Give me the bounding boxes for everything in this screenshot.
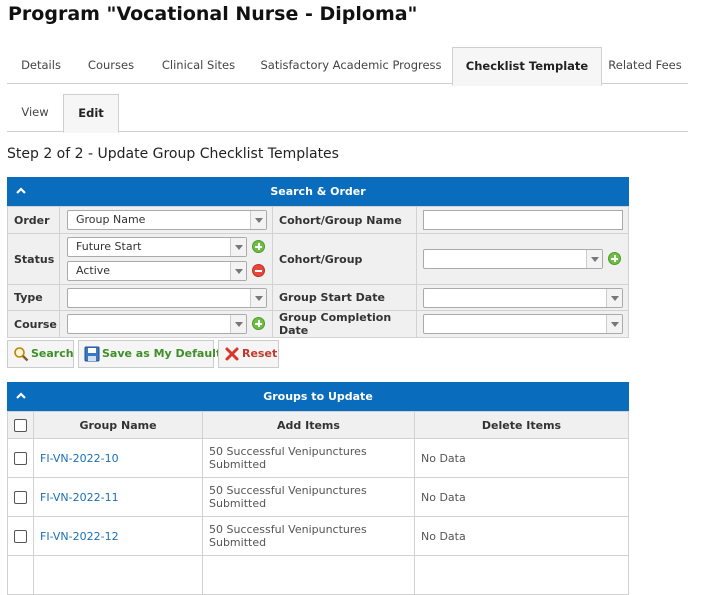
group-link[interactable]: FI-VN-2022-10 — [40, 452, 119, 465]
select-all-checkbox[interactable] — [14, 418, 27, 432]
save-icon — [84, 346, 100, 362]
collapse-search-icon[interactable] — [15, 177, 29, 206]
group-link[interactable]: FI-VN-2022-12 — [40, 530, 119, 543]
save-default-button[interactable]: Save as My Default — [78, 340, 221, 368]
completion-date-select[interactable] — [423, 314, 623, 334]
status-select-1[interactable]: Future Start — [67, 237, 247, 257]
tab-satisfactory-academic-progress[interactable]: Satisfactory Academic Progress — [250, 46, 452, 84]
delete-items-cell: No Data — [414, 516, 629, 556]
chevron-down-icon — [250, 289, 266, 307]
status-label: Status — [7, 233, 60, 285]
row-checkbox[interactable] — [14, 451, 27, 465]
tab-checklist-template[interactable]: Checklist Template — [452, 47, 602, 86]
main-tabs: Details Courses Clinical Sites Satisfact… — [7, 46, 688, 86]
group-link[interactable]: FI-VN-2022-11 — [40, 491, 119, 504]
order-select[interactable]: Group Name — [67, 210, 267, 230]
completion-date-label: Group Completion Date — [272, 310, 417, 338]
search-order-table: Order Group Name Cohort/Group Name Statu… — [7, 206, 629, 338]
status-value-1: Future Start — [76, 240, 142, 253]
search-button[interactable]: Search — [7, 340, 74, 368]
order-label: Order — [7, 206, 60, 234]
type-label: Type — [7, 284, 60, 311]
groups-table: Group Name Add Items Delete Items FI-VN-… — [7, 411, 629, 595]
groups-title: Groups to Update — [263, 390, 373, 403]
delete-items-cell: No Data — [414, 438, 629, 478]
chevron-down-icon — [230, 262, 246, 280]
add-item-text: 50 Successful Venipunctures — [209, 445, 367, 458]
tab-view[interactable]: View — [7, 94, 63, 132]
chevron-down-icon — [230, 315, 246, 333]
table-row: FI-VN-2022-12 50 Successful Venipuncture… — [7, 516, 629, 556]
chevron-down-icon — [586, 250, 602, 268]
course-select[interactable] — [67, 314, 247, 334]
tab-edit[interactable]: Edit — [63, 94, 119, 133]
type-select[interactable] — [67, 288, 267, 308]
step-title: Step 2 of 2 - Update Group Checklist Tem… — [7, 146, 339, 162]
chevron-down-icon — [230, 238, 246, 256]
tab-courses[interactable]: Courses — [75, 46, 147, 84]
status-value-2: Active — [76, 264, 111, 277]
add-status-icon[interactable] — [252, 240, 265, 253]
tab-details[interactable]: Details — [7, 46, 75, 84]
course-label: Course — [7, 310, 60, 338]
groups-header: Groups to Update — [7, 382, 629, 411]
search-icon — [13, 346, 29, 362]
remove-status-icon[interactable] — [252, 264, 265, 277]
save-default-label: Save as My Default — [102, 347, 222, 360]
add-item-text-2: Submitted — [209, 536, 267, 549]
delete-items-cell: No Data — [414, 477, 629, 517]
add-item-text-2: Submitted — [209, 497, 267, 510]
status-select-2[interactable]: Active — [67, 261, 247, 281]
add-item-text: 50 Successful Venipunctures — [209, 484, 367, 497]
order-select-value: Group Name — [76, 213, 146, 226]
chevron-down-icon — [250, 211, 266, 229]
start-date-label: Group Start Date — [272, 284, 417, 311]
table-row: FI-VN-2022-11 50 Successful Venipuncture… — [7, 477, 629, 517]
reset-button[interactable]: Reset — [218, 340, 279, 368]
add-item-text: 50 Successful Venipunctures — [209, 523, 367, 536]
search-order-title: Search & Order — [270, 185, 366, 198]
row-checkbox[interactable] — [14, 490, 27, 504]
table-row — [7, 555, 629, 595]
cohort-group-select[interactable] — [423, 249, 603, 269]
start-date-select[interactable] — [423, 288, 623, 308]
tab-clinical-sites[interactable]: Clinical Sites — [147, 46, 250, 84]
search-button-label: Search — [31, 347, 74, 360]
add-cohort-group-icon[interactable] — [608, 252, 621, 265]
tab-related-fees[interactable]: Related Fees — [602, 46, 688, 84]
row-checkbox[interactable] — [14, 529, 27, 543]
cohort-group-label: Cohort/Group — [272, 233, 417, 285]
search-order-header: Search & Order — [7, 177, 629, 206]
col-add-items: Add Items — [202, 411, 415, 439]
chevron-down-icon — [606, 315, 622, 333]
chevron-down-icon — [606, 289, 622, 307]
reset-button-label: Reset — [242, 347, 278, 360]
close-icon — [224, 346, 240, 362]
col-delete-items: Delete Items — [414, 411, 629, 439]
cohort-name-input[interactable] — [423, 210, 623, 230]
collapse-groups-icon[interactable] — [15, 382, 29, 411]
add-course-icon[interactable] — [252, 317, 265, 330]
sub-tabs: View Edit — [7, 94, 688, 133]
add-item-text-2: Submitted — [209, 458, 267, 471]
page-title: Program "Vocational Nurse - Diploma" — [8, 3, 418, 25]
col-group-name: Group Name — [33, 411, 203, 439]
table-row: FI-VN-2022-10 50 Successful Venipuncture… — [7, 438, 629, 478]
cohort-name-label: Cohort/Group Name — [272, 206, 417, 234]
